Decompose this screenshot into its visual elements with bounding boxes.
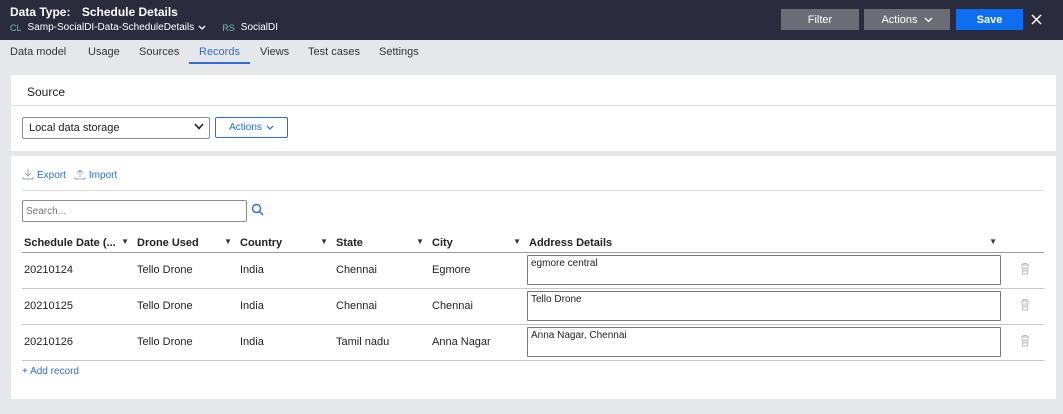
ruleset-name: SocialDI xyxy=(240,22,279,33)
cell-state: Tamil nadu xyxy=(334,324,430,361)
cell-state: Chennai xyxy=(334,288,430,325)
column-header-country[interactable]: Country ▼ xyxy=(238,235,334,253)
records-panel: Export Import Schedule Date (...▼ Drone … xyxy=(11,156,1056,399)
column-header-state[interactable]: State ▼ xyxy=(334,235,430,253)
cell-city: Chennai xyxy=(430,288,527,325)
trash-icon[interactable] xyxy=(1020,298,1030,311)
filter-icon[interactable]: ▼ xyxy=(513,237,521,246)
filter-button[interactable]: Filter xyxy=(781,9,859,30)
column-header-actions xyxy=(1003,235,1044,253)
cell-address-details: Anna Nagar, Chennai xyxy=(527,324,1003,361)
import-export-bar: Export Import xyxy=(22,168,117,183)
divider xyxy=(22,190,1044,191)
trash-icon[interactable] xyxy=(1020,262,1030,275)
address-textarea[interactable]: egmore central xyxy=(527,255,1001,285)
tab-settings[interactable]: Settings xyxy=(379,40,419,65)
cell-drone-used: Tello Drone xyxy=(135,288,238,325)
trash-icon[interactable] xyxy=(1020,334,1030,347)
tab-records[interactable]: Records xyxy=(189,40,250,65)
address-textarea[interactable]: Tello Drone xyxy=(527,291,1001,321)
chevron-down-icon xyxy=(194,122,204,133)
add-record-link[interactable]: + Add record xyxy=(22,366,79,377)
page-title: Data Type: Schedule Details xyxy=(10,5,178,19)
search-input[interactable] xyxy=(22,200,247,222)
cell-city: Anna Nagar xyxy=(430,324,527,361)
cell-country: India xyxy=(238,288,334,325)
source-title: Source xyxy=(27,85,66,99)
source-panel: Source Local data storage Actions xyxy=(11,75,1056,151)
source-actions-button[interactable]: Actions xyxy=(215,117,288,138)
table-row: 20210124 Tello Drone India Chennai Egmor… xyxy=(22,252,1044,289)
header-actions-button[interactable]: Actions xyxy=(864,9,950,30)
import-icon xyxy=(74,168,86,183)
table-header-row: Schedule Date (... ▼ Drone Used ▼ Country ▼… xyxy=(22,235,1044,253)
filter-icon[interactable]: ▼ xyxy=(121,237,129,246)
column-header-address-details[interactable]: Address Details ▼ xyxy=(527,235,1003,253)
cell-state: Chennai xyxy=(334,252,430,289)
ruleset-tag: RS xyxy=(222,22,235,33)
cell-schedule-date: 20210124 xyxy=(22,252,135,289)
tab-data-model[interactable]: Data model xyxy=(10,40,66,65)
filter-icon[interactable]: ▼ xyxy=(416,237,424,246)
divider xyxy=(11,105,1056,106)
tab-usage[interactable]: Usage xyxy=(88,40,120,65)
column-header-schedule-date[interactable]: Schedule Date (... ▼ xyxy=(22,235,135,253)
tab-views[interactable]: Views xyxy=(260,40,289,65)
source-type-value: Local data storage xyxy=(29,122,120,134)
table-row: 20210125 Tello Drone India Chennai Chenn… xyxy=(22,288,1044,325)
filter-icon[interactable]: ▼ xyxy=(320,237,328,246)
tab-sources[interactable]: Sources xyxy=(139,40,179,65)
records-table: Schedule Date (... ▼ Drone Used ▼ Country ▼… xyxy=(22,235,1044,361)
title-label: Data Type: xyxy=(10,5,71,19)
column-header-drone-used[interactable]: Drone Used ▼ xyxy=(135,235,238,253)
app-header: Data Type: Schedule Details CL Samp-Soci… xyxy=(0,0,1063,40)
class-name-link[interactable]: Samp-SocialDI-Data-ScheduleDetails xyxy=(28,22,195,33)
import-link[interactable]: Import xyxy=(89,170,117,181)
tab-bar: Data model Usage Sources Records Views T… xyxy=(0,40,1063,65)
chevron-down-icon xyxy=(924,17,932,22)
cell-city: Egmore xyxy=(430,252,527,289)
cell-delete xyxy=(1003,288,1044,325)
cell-delete xyxy=(1003,252,1044,289)
column-header-city[interactable]: City ▼ xyxy=(430,235,527,253)
table-row: 20210126 Tello Drone India Tamil nadu An… xyxy=(22,324,1044,361)
cell-drone-used: Tello Drone xyxy=(135,252,238,289)
source-actions-label: Actions xyxy=(229,122,262,133)
filter-icon[interactable]: ▼ xyxy=(224,237,232,246)
cell-drone-used: Tello Drone xyxy=(135,324,238,361)
cell-address-details: egmore central xyxy=(527,252,1003,289)
cell-country: India xyxy=(238,324,334,361)
chevron-down-icon xyxy=(266,125,274,130)
export-link[interactable]: Export xyxy=(37,170,66,181)
address-textarea[interactable]: Anna Nagar, Chennai xyxy=(527,327,1001,357)
filter-icon[interactable]: ▼ xyxy=(989,237,997,246)
search-icon[interactable] xyxy=(251,203,265,217)
header-actions-label: Actions xyxy=(881,13,918,26)
tab-test-cases[interactable]: Test cases xyxy=(308,40,360,65)
source-type-select[interactable]: Local data storage xyxy=(22,117,210,139)
title-value: Schedule Details xyxy=(81,5,178,19)
export-icon xyxy=(22,168,34,183)
cell-address-details: Tello Drone xyxy=(527,288,1003,325)
class-tag: CL xyxy=(10,22,22,33)
cell-schedule-date: 20210125 xyxy=(22,288,135,325)
close-icon[interactable] xyxy=(1027,9,1045,30)
cell-country: India xyxy=(238,252,334,289)
breadcrumb: CL Samp-SocialDI-Data-ScheduleDetails RS… xyxy=(10,22,278,33)
cell-delete xyxy=(1003,324,1044,361)
cell-schedule-date: 20210126 xyxy=(22,324,135,361)
chevron-down-icon[interactable] xyxy=(198,23,206,33)
save-button[interactable]: Save xyxy=(956,9,1023,30)
